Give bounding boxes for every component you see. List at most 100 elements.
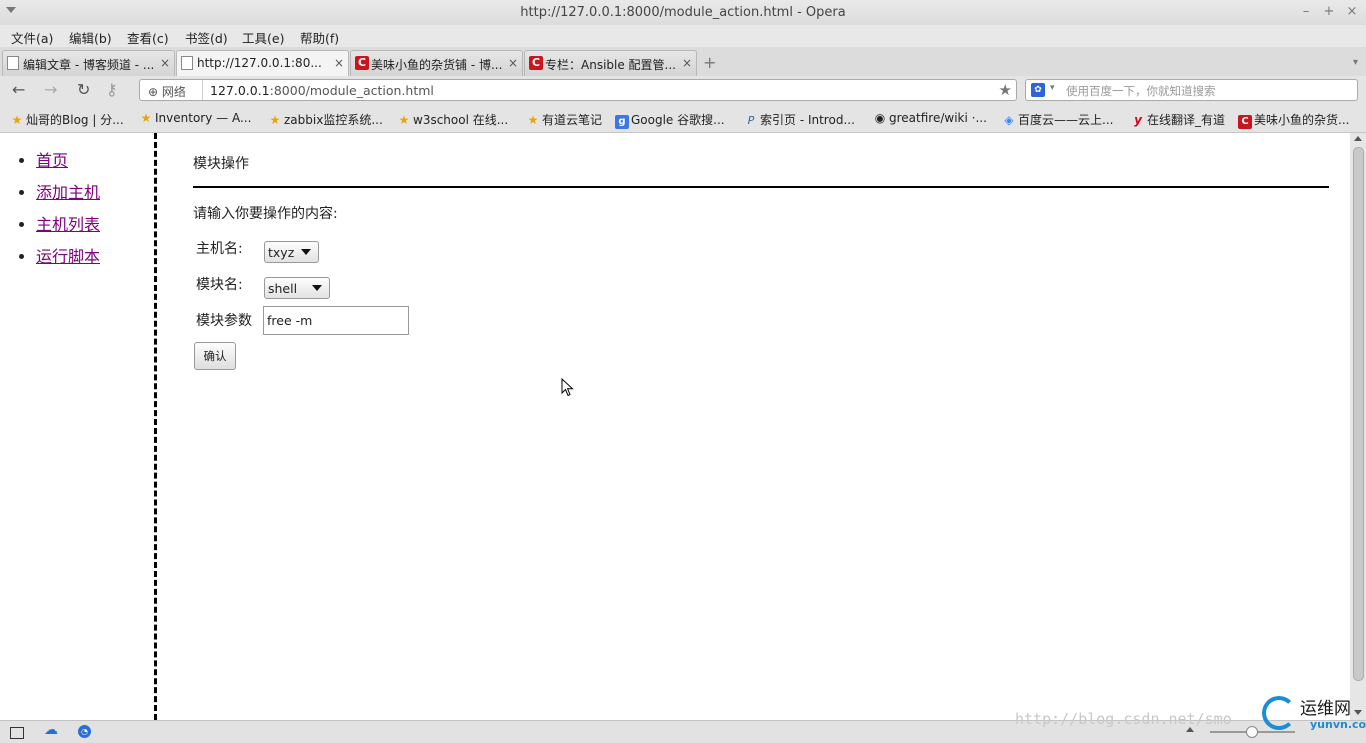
baidu-cloud-icon: ◈ (1004, 113, 1014, 127)
nav-link-run-script[interactable]: 运行脚本 (36, 247, 100, 266)
window-title: http://127.0.0.1:8000/module_action.html… (520, 5, 846, 20)
sidebar-nav: 首页 添加主机 主机列表 运行脚本 (0, 133, 157, 720)
reload-icon[interactable]: ↻ (77, 80, 90, 99)
bookmark-item[interactable]: P 索引页 - Introd... (744, 111, 855, 128)
page-icon (7, 56, 19, 70)
title-divider (193, 186, 1329, 188)
module-select[interactable]: shell (264, 277, 330, 299)
nav-link-host-list[interactable]: 主机列表 (36, 215, 100, 234)
tab-module-action[interactable]: http://127.0.0.1:80... × (176, 50, 349, 77)
baidu-paw-icon[interactable]: ✿ (1031, 83, 1045, 97)
new-tab-icon[interactable]: + (703, 53, 716, 72)
github-icon: ◉ (874, 111, 886, 125)
dropdown-arrow-icon (312, 285, 322, 291)
tab-edit-article[interactable]: 编辑文章 - 博客频道 - ... × (2, 50, 175, 76)
bookmark-label: zabbix监控系统... (284, 113, 383, 127)
address-field[interactable]: ⊕ 网络 127.0.0.1:8000/module_action.html ★ (139, 79, 1017, 101)
tab-close-icon[interactable]: × (334, 56, 344, 70)
close-window-button[interactable]: × (1345, 4, 1359, 19)
key-icon[interactable]: ⚷ (106, 80, 118, 99)
bookmark-label: 美味小鱼的杂货... (1254, 113, 1350, 127)
tab-close-icon[interactable]: × (682, 56, 692, 70)
bookmark-item[interactable]: ◉ greatfire/wiki ·... (873, 111, 987, 125)
bookmark-item[interactable]: ★ 灿哥的Blog | 分... (10, 111, 124, 128)
mouse-cursor-icon (561, 378, 574, 397)
search-field[interactable]: ✿ ▾ 使用百度一下，你就知道搜索 (1025, 79, 1358, 101)
bookmark-item[interactable]: ◈ 百度云——云上... (1002, 111, 1113, 128)
csdn-icon: C (529, 56, 543, 70)
tab-close-icon[interactable]: × (508, 56, 518, 70)
bookmark-item[interactable]: ★ Inventory — A... (139, 111, 252, 125)
zoom-slider-knob[interactable] (1246, 726, 1258, 738)
nav-link-home[interactable]: 首页 (36, 151, 68, 170)
confirm-button[interactable]: 确认 (194, 342, 236, 370)
tab-meiwei-blog[interactable]: C 美味小鱼的杂货铺 - 博... × (350, 50, 523, 76)
url-path: :8000/module_action.html (269, 83, 434, 98)
minimize-button[interactable]: – (1299, 4, 1313, 19)
tab-close-icon[interactable]: × (160, 56, 170, 70)
bookmark-label: greatfire/wiki ·... (889, 111, 987, 125)
page-icon (181, 56, 193, 70)
tab-menu-chevron-icon[interactable]: ▾ (1353, 57, 1358, 68)
vertical-scrollbar[interactable] (1350, 133, 1366, 720)
bookmark-item[interactable]: ★ zabbix监控系统... (268, 111, 383, 128)
bookmark-item[interactable]: g Google 谷歌搜... (615, 111, 725, 129)
menu-edit[interactable]: 编辑(b) (69, 28, 112, 47)
logo-swirl-icon (1262, 696, 1296, 730)
form-prompt: 请输入你要操作的内容: (193, 206, 338, 222)
menu-file[interactable]: 文件(a) (11, 28, 53, 47)
nav-item-home: 首页 (36, 145, 154, 177)
sync-cloud-icon[interactable]: ☁ (44, 722, 58, 738)
tab-bar: 编辑文章 - 博客频道 - ... × http://127.0.0.1:80.… (0, 47, 1366, 77)
scrollbar-thumb[interactable] (1353, 147, 1364, 681)
navigation-bar: ← → ↻ ⚷ ⊕ 网络 127.0.0.1:8000/module_actio… (0, 76, 1366, 105)
module-label: 模块名: (196, 277, 243, 293)
nav-item-host-list: 主机列表 (36, 209, 154, 241)
menu-help[interactable]: 帮助(f) (300, 28, 339, 47)
bookmark-star-icon[interactable]: ★ (999, 81, 1012, 99)
logo-text-cn: 运维网 (1300, 699, 1351, 719)
tab-label: http://127.0.0.1:80... (197, 56, 322, 70)
tab-label: 专栏：Ansible 配置管... (545, 58, 676, 72)
window-title-bar: http://127.0.0.1:8000/module_action.html… (0, 0, 1366, 25)
module-select-value: shell (268, 281, 298, 296)
nav-item-run-script: 运行脚本 (36, 241, 154, 273)
bookmark-label: 在线翻译_有道 (1147, 113, 1226, 127)
nav-link-add-host[interactable]: 添加主机 (36, 183, 100, 202)
turbo-icon[interactable]: ◔ (78, 725, 91, 738)
security-badge[interactable]: ⊕ 网络 (148, 83, 186, 100)
page-viewport: 首页 添加主机 主机列表 运行脚本 模块操作 请输入你要操作的内容: 主机名: … (0, 133, 1350, 720)
bookmark-item[interactable]: C 美味小鱼的杂货... (1238, 111, 1349, 129)
bookmark-item[interactable]: ★ w3school 在线... (397, 111, 509, 128)
forward-arrow-icon[interactable]: → (44, 80, 57, 99)
address-divider (202, 80, 203, 100)
menu-tools[interactable]: 工具(e) (242, 28, 284, 47)
tab-ansible-column[interactable]: C 专栏：Ansible 配置管... × (524, 50, 697, 76)
bookmark-item[interactable]: ★ 有道云笔记 (526, 111, 602, 128)
dropdown-arrow-icon (301, 249, 311, 255)
menu-bookmarks[interactable]: 书签(d) (185, 28, 228, 47)
youdao-icon: y (1134, 113, 1142, 127)
bookmark-label: w3school 在线... (413, 113, 509, 127)
args-label: 模块参数 (196, 313, 252, 329)
maximize-button[interactable]: + (1322, 4, 1336, 19)
star-icon: ★ (269, 113, 281, 127)
star-icon: ★ (140, 111, 152, 125)
bookmark-label: 灿哥的Blog | 分... (26, 113, 124, 127)
csdn-icon: C (1238, 115, 1252, 129)
menu-view[interactable]: 查看(c) (127, 28, 169, 47)
csdn-icon: C (355, 56, 369, 70)
star-icon: ★ (11, 113, 23, 127)
args-input[interactable]: free -m (263, 306, 409, 335)
bookmark-item[interactable]: y 在线翻译_有道 (1131, 111, 1225, 128)
host-select[interactable]: txyz (264, 241, 319, 263)
search-engine-dropdown-icon[interactable]: ▾ (1050, 83, 1055, 93)
logo-text-en: yunvn.com (1310, 718, 1366, 731)
panel-toggle-icon[interactable] (10, 727, 24, 739)
tab-label: 美味小鱼的杂货铺 - 博... (371, 58, 503, 72)
menu-bar: 文件(a) 编辑(b) 查看(c) 书签(d) 工具(e) 帮助(f) (0, 25, 1366, 47)
back-arrow-icon[interactable]: ← (12, 80, 25, 99)
security-badge-label: 网络 (161, 85, 186, 99)
scroll-up-icon[interactable] (1354, 136, 1362, 141)
url-text[interactable]: 127.0.0.1:8000/module_action.html (210, 83, 434, 98)
